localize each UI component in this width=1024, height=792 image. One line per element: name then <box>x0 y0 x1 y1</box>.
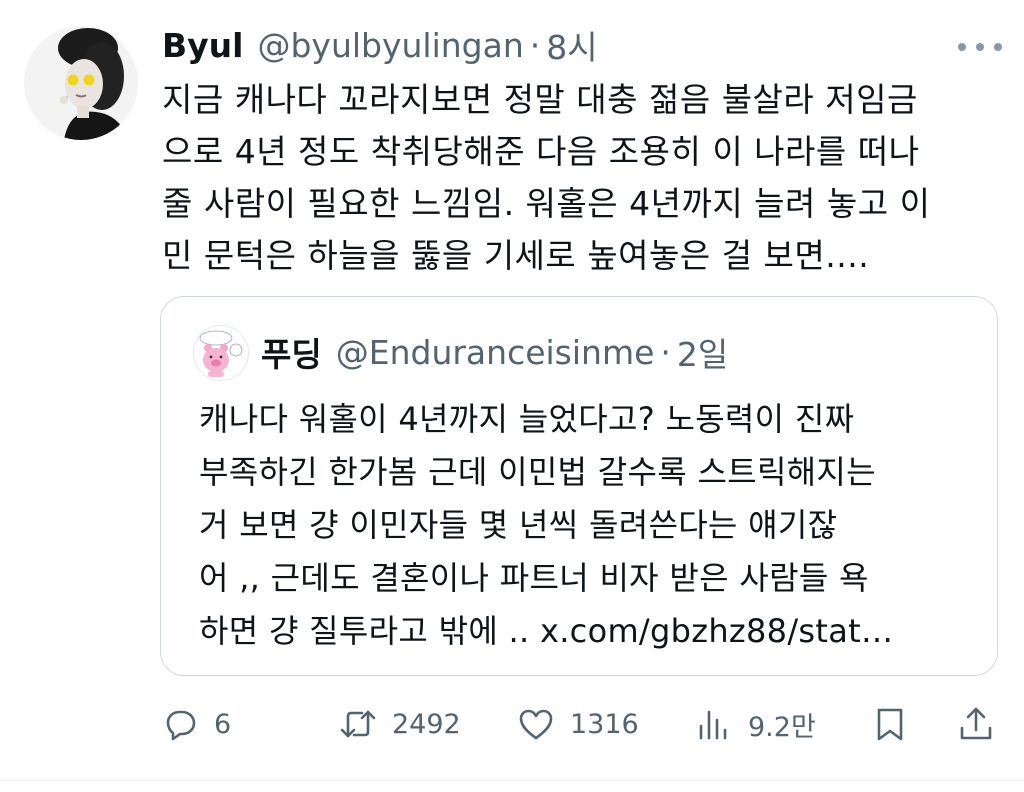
quoted-tweet[interactable]: 푸딩 @Enduranceisinme · 2일 캐나다 워홀이 4년까지 늘었… <box>160 296 998 676</box>
separator-dot: · <box>529 25 541 65</box>
tweet-header: Byul @byulbyulingan · 8시 <box>162 20 1002 70</box>
views-button[interactable]: 9.2만 <box>694 694 816 754</box>
quoted-body-line: 부족하긴 한가봄 근데 이민법 갈수록 스트릭해지는 <box>199 453 876 491</box>
more-horizontal-icon <box>958 43 966 51</box>
quoted-header: 푸딩 @Enduranceisinme · 2일 <box>261 327 728 377</box>
author-name[interactable]: Byul <box>162 26 243 65</box>
more-dot <box>994 43 1002 51</box>
share-button[interactable] <box>956 694 996 754</box>
tweet-body-line: 줄 사람이 필요한 느낌임. 워홀은 4년까지 늘려 놓고 이 <box>162 184 931 223</box>
repost-icon <box>340 710 376 738</box>
quoted-body-line: 캐나다 워홀이 4년까지 늘었다고? 노동력이 진짜 <box>199 400 855 438</box>
repost-count: 2492 <box>392 708 461 740</box>
avatar[interactable] <box>24 26 138 140</box>
quoted-timestamp[interactable]: 2일 <box>677 328 728 376</box>
heart-icon <box>519 709 553 740</box>
like-button[interactable]: 1316 <box>516 694 639 754</box>
timestamp[interactable]: 8시 <box>546 21 597 69</box>
tweet-body-line: 지금 캐나다 꼬라지보면 정말 대충 젊음 불살라 저임금 <box>162 80 918 119</box>
repost-button[interactable]: 2492 <box>338 694 461 754</box>
quoted-body-line: 거 보면 걍 이민자들 몇 년씩 돌려쓴다는 얘기잖 <box>199 506 838 544</box>
more-options-button[interactable] <box>958 32 1002 62</box>
quoted-avatar[interactable] <box>193 325 249 381</box>
tweet-body-line: 으로 4년 정도 착취당해준 다음 조용히 이 나라를 떠나 <box>162 132 920 171</box>
bookmark-button[interactable] <box>870 694 910 754</box>
quoted-body-line: 어 ,, 근데도 결혼이나 파트너 비자 받은 사람들 욕 <box>199 559 869 597</box>
action-bar: 6 2492 1316 9.2만 <box>160 694 998 754</box>
quoted-body: 캐나다 워홀이 4년까지 늘었다고? 노동력이 진짜 부족하긴 한가봄 근데 이… <box>199 393 977 658</box>
share-icon <box>960 707 992 740</box>
bookmark-icon <box>877 708 903 741</box>
more-dot <box>976 43 984 51</box>
author-handle[interactable]: @byulbyulingan <box>257 26 523 65</box>
divider <box>0 780 1024 781</box>
tweet-content: Byul @byulbyulingan · 8시 지금 캐나다 꼬라지보면 정말… <box>162 20 1002 282</box>
views-icon <box>699 710 727 740</box>
view-count: 9.2만 <box>748 711 816 743</box>
avatar-portrait-icon <box>24 26 138 140</box>
tweet[interactable]: Byul @byulbyulingan · 8시 지금 캐나다 꼬라지보면 정말… <box>0 0 1024 792</box>
tweet-body: 지금 캐나다 꼬라지보면 정말 대충 젊음 불살라 저임금 으로 4년 정도 착… <box>162 74 1002 282</box>
tweet-body-line: 민 문턱은 하늘을 뚫을 기세로 높여놓은 걸 보면.... <box>162 236 870 275</box>
pig-character-icon <box>194 326 248 380</box>
reply-icon <box>166 710 196 741</box>
reply-count: 6 <box>214 708 232 740</box>
reply-button[interactable]: 6 <box>160 694 231 754</box>
quoted-author-handle[interactable]: @Enduranceisinme <box>336 333 655 372</box>
like-count: 1316 <box>570 708 639 740</box>
quoted-author-name[interactable]: 푸딩 <box>261 328 322 376</box>
quoted-separator-dot: · <box>660 332 671 372</box>
quoted-body-line: 하면 걍 질투라고 밖에 .. x.com/gbzhz88/stat… <box>199 612 894 650</box>
